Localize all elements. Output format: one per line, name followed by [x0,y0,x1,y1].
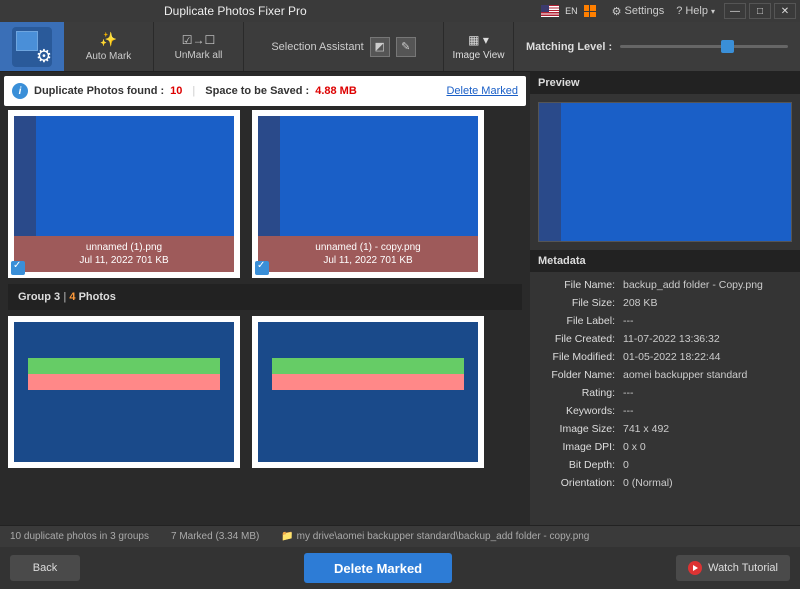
meta-row: Bit Depth:0 [538,456,792,474]
selection-assistant-area: Selection Assistant ◩ ✎ [244,22,444,71]
watch-tutorial-button[interactable]: Watch Tutorial [676,555,790,581]
help-icon: ? [676,5,682,17]
preview-image[interactable] [538,102,792,242]
photo-checkbox[interactable] [255,261,269,275]
found-count: 10 [170,85,182,97]
folder-icon: 📁 [281,531,293,542]
delete-marked-link[interactable]: Delete Marked [446,85,518,97]
auto-mark-button[interactable]: ✨ Auto Mark [64,22,154,71]
selection-assistant-label: Selection Assistant [271,41,363,53]
grid-view-icon: ▦ ▾ [468,33,489,47]
photo-thumbnail[interactable] [14,322,234,462]
space-value: 4.88 MB [315,85,357,97]
image-view-button[interactable]: ▦ ▾ Image View [444,22,514,71]
photo-thumbnail[interactable] [258,322,478,462]
meta-row: File Created:11-07-2022 13:36:32 [538,330,792,348]
delete-marked-button[interactable]: Delete Marked [304,553,452,583]
matching-level-label: Matching Level : [526,41,612,53]
photo-filename: unnamed (1).png [14,242,234,253]
photo-card[interactable]: unnamed (1) - copy.png Jul 11, 2022 701 … [252,110,484,278]
bottom-bar: Back Delete Marked Watch Tutorial [0,547,800,589]
play-icon [688,561,702,575]
unmark-all-button[interactable]: ☑→☐ UnMark all [154,22,244,71]
matching-level-slider[interactable] [620,45,788,48]
maximize-button[interactable]: □ [749,3,771,19]
close-button[interactable]: ✕ [774,3,796,19]
photo-filename: unnamed (1) - copy.png [258,242,478,253]
status-bar: 10 duplicate photos in 3 groups 7 Marked… [0,525,800,547]
unmark-icon: ☑→☐ [182,33,216,47]
selection-tool-2-button[interactable]: ✎ [396,37,416,57]
photo-card[interactable] [252,316,484,468]
gallery: unnamed (1).png Jul 11, 2022 701 KB unna… [0,110,530,525]
details-panel: Preview Metadata File Name:backup_add fo… [530,72,800,525]
meta-row: Keywords:--- [538,402,792,420]
photo-meta: unnamed (1).png Jul 11, 2022 701 KB [14,236,234,272]
help-button[interactable]: ?Help▾ [676,5,715,17]
meta-row: File Name:backup_add folder - Copy.png [538,276,792,294]
photo-details: Jul 11, 2022 701 KB [14,255,234,266]
status-marked: 7 Marked (3.34 MB) [171,531,259,542]
gear-icon: ⚙ [612,5,622,18]
meta-row: Orientation:0 (Normal) [538,474,792,492]
app-logo [0,22,64,71]
selection-tool-1-button[interactable]: ◩ [370,37,390,57]
meta-row: Folder Name:aomei backupper standard [538,366,792,384]
metadata-header: Metadata [530,250,800,272]
photo-thumbnail[interactable] [258,116,478,236]
photo-checkbox[interactable] [11,261,25,275]
info-bar: i Duplicate Photos found : 10 | Space to… [4,76,526,106]
space-label: Space to be Saved : [205,85,309,97]
chevron-down-icon: ▾ [711,7,715,16]
meta-row: Image Size:741 x 492 [538,420,792,438]
app-title: Duplicate Photos Fixer Pro [164,4,307,18]
photo-card[interactable] [8,316,240,468]
apps-grid-icon[interactable] [584,5,596,17]
minimize-button[interactable]: — [724,3,746,19]
settings-button[interactable]: ⚙Settings [612,5,665,18]
info-icon: i [12,83,28,99]
photo-meta: unnamed (1) - copy.png Jul 11, 2022 701 … [258,236,478,272]
app-logo-icon [12,27,52,67]
meta-row: File Modified:01-05-2022 18:22:44 [538,348,792,366]
main-toolbar: ✨ Auto Mark ☑→☐ UnMark all Selection Ass… [0,22,800,72]
found-label: Duplicate Photos found : [34,85,164,97]
photo-details: Jul 11, 2022 701 KB [258,255,478,266]
title-bar: Duplicate Photos Fixer Pro EN ⚙Settings … [0,0,800,22]
matching-level-area: Matching Level : [514,22,800,71]
photo-card[interactable]: unnamed (1).png Jul 11, 2022 701 KB [8,110,240,278]
preview-header: Preview [530,72,800,94]
status-groups: 10 duplicate photos in 3 groups [10,531,149,542]
photo-thumbnail[interactable] [14,116,234,236]
meta-row: File Label:--- [538,312,792,330]
meta-row: Rating:--- [538,384,792,402]
results-panel: i Duplicate Photos found : 10 | Space to… [0,72,530,525]
meta-row: File Size:208 KB [538,294,792,312]
slider-thumb[interactable] [721,40,734,53]
flag-us-icon[interactable] [541,5,559,17]
metadata-table: File Name:backup_add folder - Copy.png F… [530,272,800,525]
status-path: 📁 my drive\aomei backupper standard\back… [281,531,589,542]
back-button[interactable]: Back [10,555,80,581]
group-header[interactable]: Group 3 | 4 Photos [8,284,522,310]
language-dropdown[interactable]: EN [565,6,578,16]
meta-row: Image DPI:0 x 0 [538,438,792,456]
wand-icon: ✨ [100,31,117,48]
